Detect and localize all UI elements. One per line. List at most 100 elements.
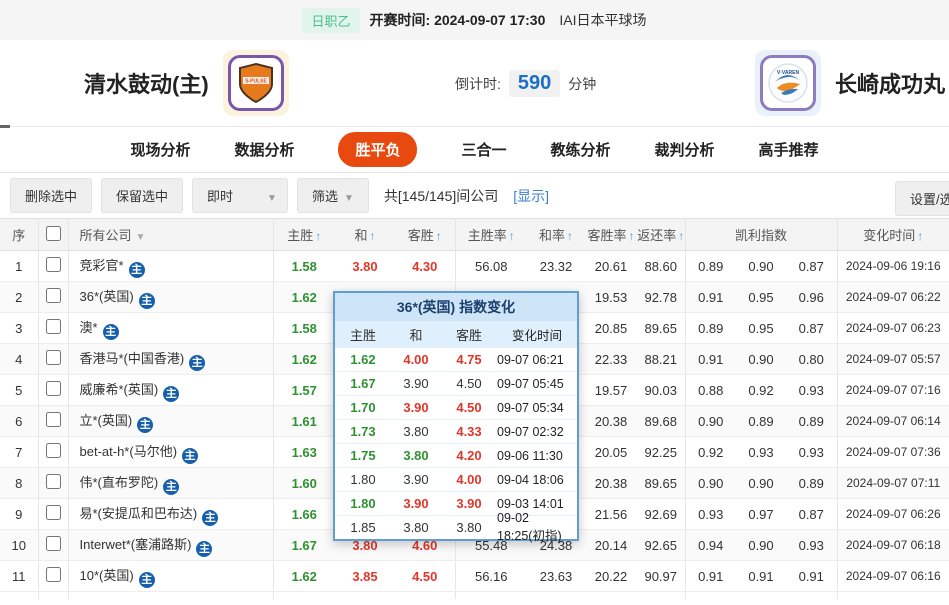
row-checkbox[interactable] bbox=[46, 443, 61, 458]
settings-button[interactable]: 设置/选择 bbox=[895, 181, 949, 216]
company-name[interactable]: 立*(英国) bbox=[80, 413, 133, 428]
header-home-rate[interactable]: 主胜率↑ bbox=[455, 219, 527, 251]
company-name[interactable]: bet-at-h*(马尔他) bbox=[80, 444, 178, 459]
kelly-home: 0.91 bbox=[685, 561, 736, 592]
popup-row: 1.733.804.3309-07 02:32 bbox=[335, 419, 577, 443]
payout-rate: 92.25 bbox=[637, 437, 685, 468]
row-checkbox[interactable] bbox=[46, 288, 61, 303]
company-name[interactable]: 威廉希*(英国) bbox=[80, 382, 159, 397]
payout-rate: 88.21 bbox=[637, 344, 685, 375]
nav-tabs: 现场分析 数据分析 胜平负 三合一 教练分析 裁判分析 高手推荐 bbox=[0, 126, 949, 172]
filter-dropdown[interactable]: 筛选▼ bbox=[297, 178, 369, 213]
popup-away-odds: 4.20 bbox=[441, 448, 497, 463]
kelly-home: 0.94 bbox=[685, 530, 736, 561]
svg-text:S-PULSE: S-PULSE bbox=[245, 79, 267, 85]
header-draw-rate[interactable]: 和率↑ bbox=[527, 219, 585, 251]
popup-header-away: 客胜 bbox=[441, 325, 497, 344]
header-time-label: 变化时间 bbox=[863, 228, 915, 243]
company-name[interactable]: 澳* bbox=[80, 320, 98, 335]
popup-home-odds: 1.62 bbox=[335, 352, 391, 367]
header-draw-odds[interactable]: 和↑ bbox=[335, 219, 395, 251]
tab-2[interactable]: 胜平负 bbox=[338, 132, 417, 167]
kelly-draw: 0.97 bbox=[736, 499, 786, 530]
tab-0[interactable]: 现场分析 bbox=[130, 139, 190, 160]
payout-rate: 92.69 bbox=[637, 499, 685, 530]
odds-change-popup: 36*(英国) 指数变化 主胜 和 客胜 变化时间 1.624.004.7509… bbox=[333, 291, 579, 541]
company-cell: 威廉希*(英国) 主 bbox=[68, 375, 273, 406]
header-draw-label: 和 bbox=[354, 228, 367, 243]
kelly-home: 0.92 bbox=[685, 437, 736, 468]
header-away-rate[interactable]: 客胜率↑ bbox=[585, 219, 637, 251]
company-name[interactable]: 香港马*(中国香港) bbox=[80, 351, 185, 366]
popup-header-draw: 和 bbox=[391, 325, 441, 344]
home-rate: 56.16 bbox=[455, 561, 527, 592]
company-name[interactable]: Interwet*(塞浦路斯) bbox=[80, 537, 192, 552]
row-checkbox[interactable] bbox=[46, 257, 61, 272]
popup-draw-odds: 3.80 bbox=[391, 520, 441, 535]
show-link[interactable]: [显示] bbox=[513, 186, 549, 206]
kelly-draw: 0.95 bbox=[736, 313, 786, 344]
header-seq: 序 bbox=[0, 219, 38, 251]
away-rate: 20.61 bbox=[585, 251, 637, 282]
delete-selected-button[interactable]: 删除选中 bbox=[10, 178, 92, 213]
row-checkbox[interactable] bbox=[46, 567, 61, 582]
tab-1[interactable]: 数据分析 bbox=[234, 139, 294, 160]
kelly-away: 0.89 bbox=[786, 468, 837, 499]
header-home-label: 主胜 bbox=[287, 228, 313, 243]
header-home-rate-label: 主胜率 bbox=[468, 228, 507, 243]
header-away-odds[interactable]: 客胜↑ bbox=[395, 219, 455, 251]
row-checkbox[interactable] bbox=[46, 474, 61, 489]
tab-6[interactable]: 高手推荐 bbox=[759, 139, 819, 160]
company-cell: 伟*(直布罗陀)主 bbox=[68, 468, 273, 499]
draw-odds: 3.80 bbox=[335, 251, 395, 282]
home-badge-icon: 主 bbox=[139, 293, 155, 309]
payout-rate: 89.65 bbox=[637, 313, 685, 344]
company-cell: 澳*主 bbox=[68, 313, 273, 344]
row-number: 1 bbox=[0, 251, 38, 282]
header-company[interactable]: 所有公司▼ bbox=[68, 219, 273, 251]
company-cell: bet-at-h*(马尔他)主 bbox=[68, 437, 273, 468]
row-checkbox[interactable] bbox=[46, 536, 61, 551]
popup-draw-odds: 3.90 bbox=[391, 496, 441, 511]
kelly-away: 0.87 bbox=[786, 499, 837, 530]
sort-up-icon: ↑ bbox=[509, 229, 515, 243]
row-checkbox[interactable] bbox=[46, 412, 61, 427]
instant-dropdown[interactable]: 即时▼ bbox=[192, 178, 288, 213]
company-name[interactable]: 36*(英国) bbox=[80, 289, 134, 304]
countdown-label: 倒计时: bbox=[455, 74, 501, 94]
select-all-checkbox[interactable] bbox=[46, 226, 61, 241]
payout-rate: 89.65 bbox=[637, 468, 685, 499]
chevron-down-icon: ▼ bbox=[267, 193, 277, 204]
sort-up-icon: ↑ bbox=[370, 229, 376, 243]
company-cell: 竞彩官*主 bbox=[68, 251, 273, 282]
row-checkbox[interactable] bbox=[46, 319, 61, 334]
tab-5[interactable]: 裁判分析 bbox=[655, 139, 715, 160]
row-number: 11 bbox=[0, 561, 38, 592]
payout-rate: 90.03 bbox=[637, 375, 685, 406]
change-time: 2024-09-07 07:16 bbox=[837, 375, 949, 406]
company-name[interactable]: 竞彩官* bbox=[80, 258, 124, 273]
row-checkbox[interactable] bbox=[46, 505, 61, 520]
row-checkbox[interactable] bbox=[46, 381, 61, 396]
home-odds: 1.63 bbox=[273, 437, 335, 468]
draw-rate: 23.63 bbox=[527, 561, 585, 592]
tab-4[interactable]: 教练分析 bbox=[551, 139, 611, 160]
popup-away-odds: 4.75 bbox=[441, 352, 497, 367]
row-checkbox[interactable] bbox=[46, 350, 61, 365]
home-odds: 1.60 bbox=[273, 468, 335, 499]
home-badge-icon: 主 bbox=[139, 572, 155, 588]
home-badge-icon: 主 bbox=[163, 386, 179, 402]
company-name[interactable]: 易*(安提瓜和巴布达) bbox=[80, 506, 198, 521]
header-home-odds[interactable]: 主胜↑ bbox=[273, 219, 335, 251]
company-name[interactable]: 10*(英国) bbox=[80, 568, 134, 583]
row-checkbox-cell bbox=[38, 406, 68, 437]
keep-selected-button[interactable]: 保留选中 bbox=[101, 178, 183, 213]
company-name[interactable]: 伟*(直布罗陀) bbox=[80, 475, 159, 490]
home-odds: 1.67 bbox=[273, 530, 335, 561]
home-odds: 1.62 bbox=[273, 344, 335, 375]
header-payout-rate[interactable]: 返还率↑ bbox=[637, 219, 685, 251]
row-checkbox-cell bbox=[38, 251, 68, 282]
tab-3[interactable]: 三合一 bbox=[461, 139, 506, 160]
header-change-time[interactable]: 变化时间↑ bbox=[837, 219, 949, 251]
kelly-away: 0.93 bbox=[786, 530, 837, 561]
